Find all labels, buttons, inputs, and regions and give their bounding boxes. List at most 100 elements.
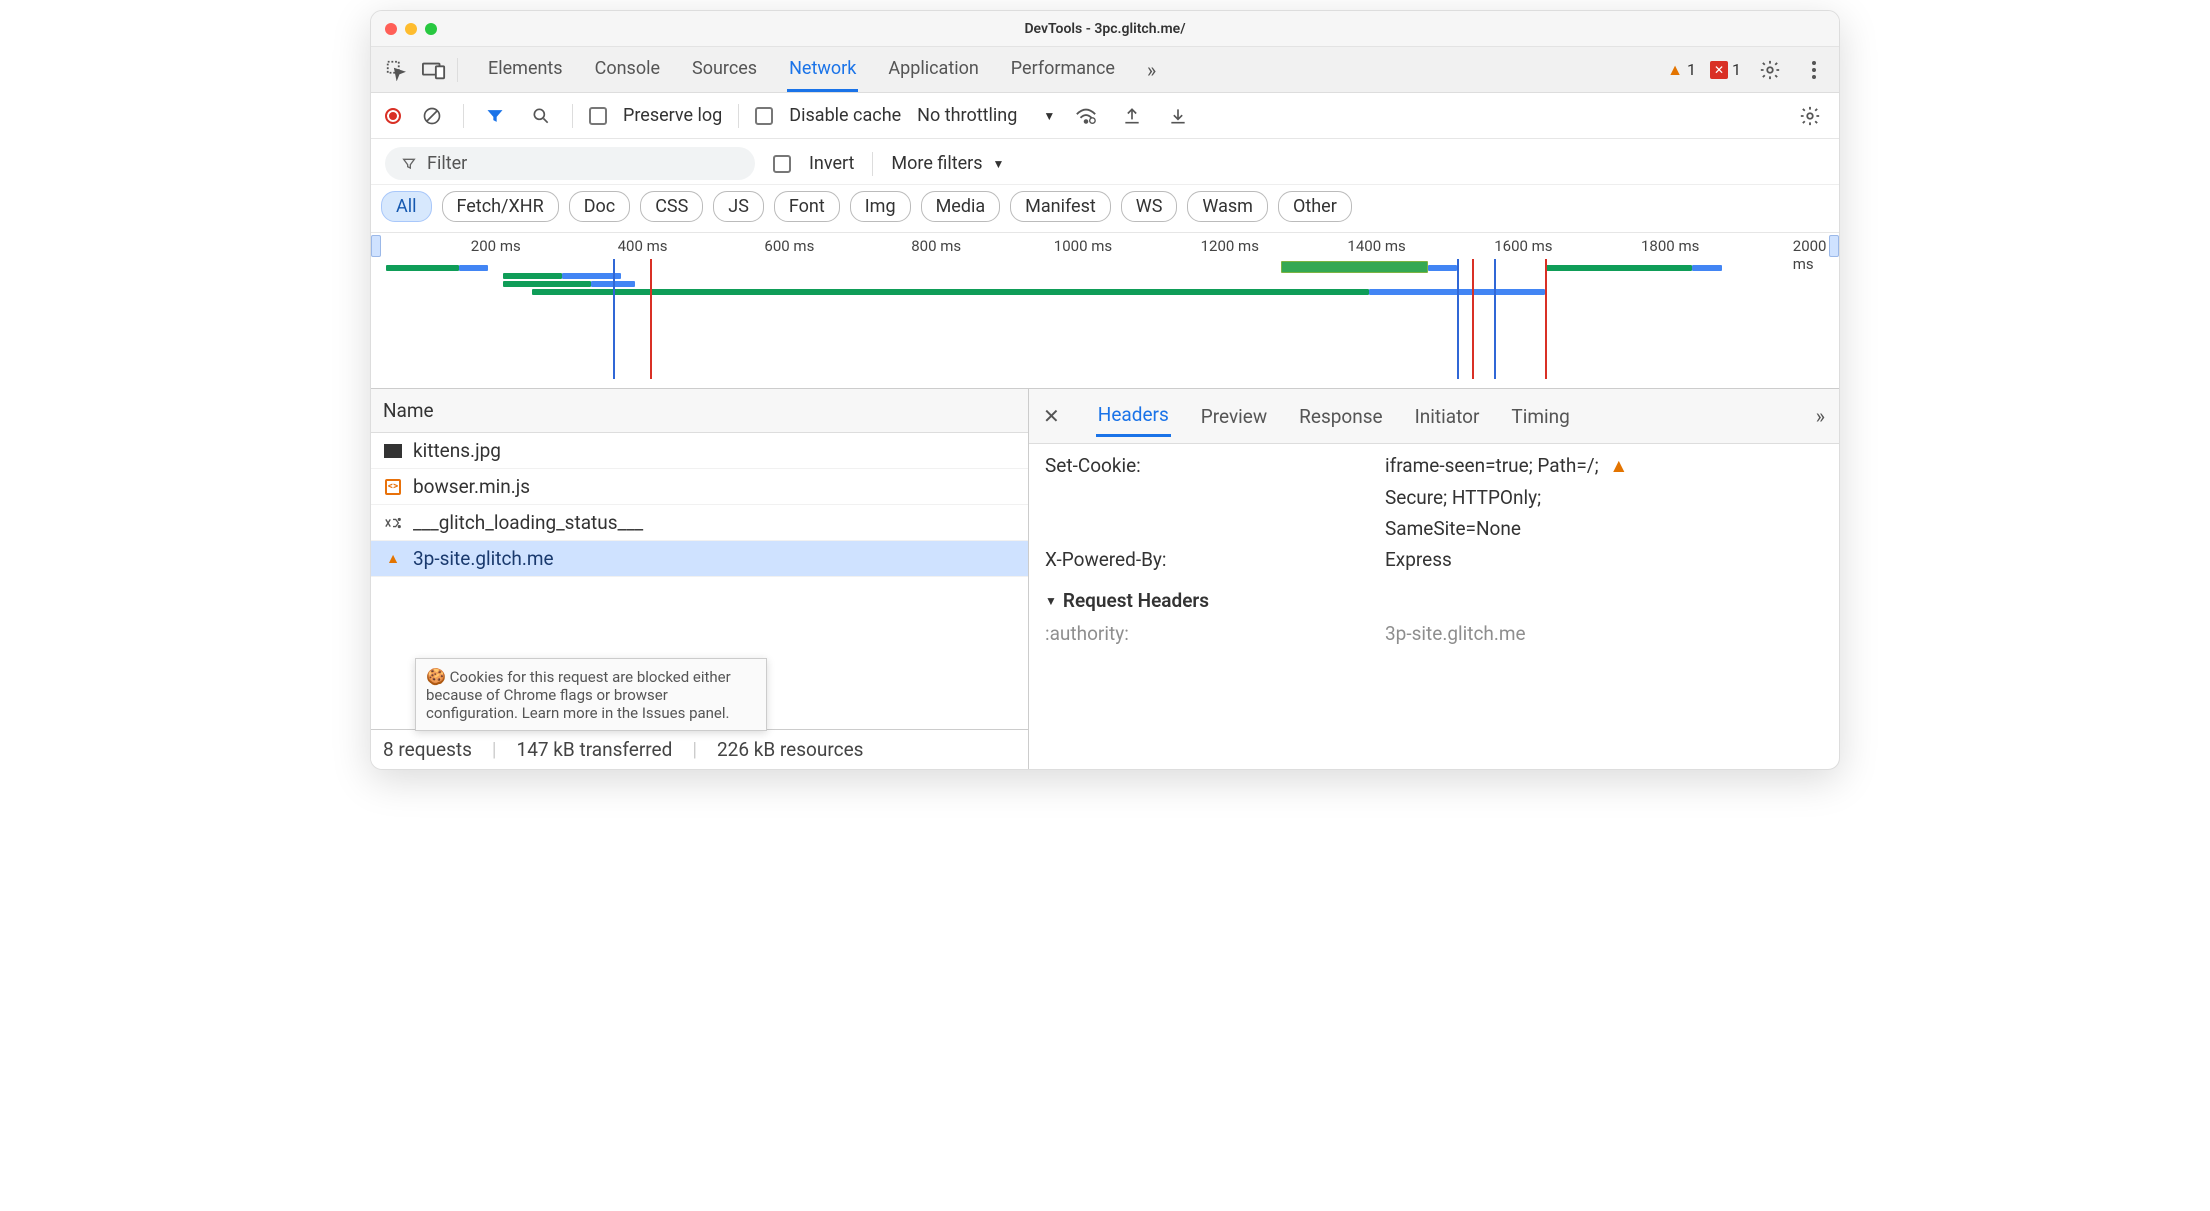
preserve-log-checkbox[interactable] bbox=[589, 107, 607, 125]
request-row[interactable]: <> bowser.min.js bbox=[371, 469, 1028, 505]
header-value: SameSite=None bbox=[1385, 517, 1823, 540]
settings-icon[interactable] bbox=[1755, 55, 1785, 85]
main-toolbar: Elements Console Sources Network Applica… bbox=[371, 47, 1839, 93]
disable-cache-label: Disable cache bbox=[789, 105, 901, 126]
maximize-window-button[interactable] bbox=[425, 23, 437, 35]
tab-console[interactable]: Console bbox=[593, 48, 662, 92]
request-name: ___glitch_loading_status___ bbox=[413, 511, 643, 534]
tabs-overflow-button[interactable]: » bbox=[1145, 48, 1158, 92]
warning-count: 1 bbox=[1687, 60, 1696, 79]
more-icon[interactable] bbox=[1799, 55, 1829, 85]
detail-tab-initiator[interactable]: Initiator bbox=[1413, 397, 1482, 436]
titlebar: DevTools - 3pc.glitch.me/ bbox=[371, 11, 1839, 47]
tab-network[interactable]: Network bbox=[787, 48, 858, 92]
chip-img[interactable]: Img bbox=[850, 191, 911, 222]
clear-button[interactable] bbox=[417, 101, 447, 131]
invert-label: Invert bbox=[809, 153, 854, 174]
header-key: :authority: bbox=[1045, 622, 1385, 645]
warning-icon: ▲ bbox=[1609, 454, 1628, 477]
detail-tabs-overflow[interactable]: » bbox=[1816, 404, 1825, 428]
image-file-icon bbox=[383, 441, 403, 461]
disclosure-triangle-icon: ▼ bbox=[1045, 594, 1057, 608]
filter-placeholder: Filter bbox=[427, 153, 467, 174]
upload-har-icon[interactable] bbox=[1117, 101, 1147, 131]
throttling-value: No throttling bbox=[917, 105, 1017, 126]
record-button[interactable] bbox=[385, 108, 401, 124]
warnings-badge[interactable]: ▲ 1 bbox=[1667, 60, 1696, 80]
detail-tab-timing[interactable]: Timing bbox=[1509, 397, 1571, 436]
network-content: Name kittens.jpg <> bowser.min.js ___gli… bbox=[371, 389, 1839, 769]
chip-other[interactable]: Other bbox=[1278, 191, 1352, 222]
filter-bar: Filter Invert More filters ▼ bbox=[371, 139, 1839, 185]
device-toolbar-icon[interactable] bbox=[419, 55, 449, 85]
filter-toggle-icon[interactable] bbox=[480, 101, 510, 131]
errors-badge[interactable]: ✕ 1 bbox=[1710, 60, 1741, 79]
header-value: iframe-seen=true; Path=/; ▲ bbox=[1385, 454, 1823, 478]
close-window-button[interactable] bbox=[385, 23, 397, 35]
chip-js[interactable]: JS bbox=[713, 191, 764, 222]
minimize-window-button[interactable] bbox=[405, 23, 417, 35]
tooltip-text: Cookies for this request are blocked eit… bbox=[426, 668, 731, 722]
chip-ws[interactable]: WS bbox=[1121, 191, 1178, 222]
timeline-ticks: 200 ms 400 ms 600 ms 800 ms 1000 ms 1200… bbox=[371, 233, 1839, 257]
divider bbox=[872, 152, 873, 176]
funnel-icon bbox=[401, 156, 417, 172]
transferred-size: 147 kB transferred bbox=[517, 738, 673, 761]
invert-checkbox[interactable] bbox=[773, 155, 791, 173]
chip-font[interactable]: Font bbox=[774, 191, 840, 222]
header-value: 3p-site.glitch.me bbox=[1385, 622, 1823, 645]
divider bbox=[463, 104, 464, 128]
throttling-select[interactable]: No throttling ▼ bbox=[917, 105, 1055, 126]
tab-application[interactable]: Application bbox=[886, 48, 980, 92]
panel-tabs: Elements Console Sources Network Applica… bbox=[486, 48, 1158, 92]
close-detail-button[interactable]: ✕ bbox=[1043, 404, 1060, 428]
chip-manifest[interactable]: Manifest bbox=[1010, 191, 1111, 222]
error-icon: ✕ bbox=[1710, 61, 1728, 79]
header-value: Express bbox=[1385, 548, 1823, 571]
chip-css[interactable]: CSS bbox=[640, 191, 703, 222]
header-key: X-Powered-By: bbox=[1045, 548, 1385, 571]
resource-type-chips: All Fetch/XHR Doc CSS JS Font Img Media … bbox=[371, 185, 1839, 233]
name-column-header[interactable]: Name bbox=[371, 389, 1028, 433]
chevron-down-icon: ▼ bbox=[993, 157, 1005, 171]
detail-tab-preview[interactable]: Preview bbox=[1199, 397, 1269, 436]
detail-tab-headers[interactable]: Headers bbox=[1096, 395, 1171, 437]
tab-performance[interactable]: Performance bbox=[1009, 48, 1117, 92]
waterfall bbox=[371, 259, 1839, 379]
download-har-icon[interactable] bbox=[1163, 101, 1193, 131]
warning-icon: ▲ bbox=[1667, 60, 1683, 80]
filter-input[interactable]: Filter bbox=[385, 147, 755, 180]
request-name: bowser.min.js bbox=[413, 475, 530, 498]
tab-sources[interactable]: Sources bbox=[690, 48, 759, 92]
chip-fetch-xhr[interactable]: Fetch/XHR bbox=[442, 191, 559, 222]
request-headers-section[interactable]: ▼ Request Headers bbox=[1045, 589, 1823, 612]
inspect-element-icon[interactable] bbox=[381, 55, 411, 85]
warning-icon: ▲ bbox=[383, 549, 403, 569]
devtools-window: DevTools - 3pc.glitch.me/ Elements Conso… bbox=[370, 10, 1840, 770]
request-count: 8 requests bbox=[383, 738, 472, 761]
disable-cache-checkbox[interactable] bbox=[755, 107, 773, 125]
preserve-log-label: Preserve log bbox=[623, 105, 722, 126]
request-row[interactable]: ___glitch_loading_status___ bbox=[371, 505, 1028, 541]
network-settings-icon[interactable] bbox=[1795, 101, 1825, 131]
chip-all[interactable]: All bbox=[381, 191, 432, 222]
header-value: Secure; HTTPOnly; bbox=[1385, 486, 1823, 509]
search-icon[interactable] bbox=[526, 101, 556, 131]
more-filters-label: More filters bbox=[891, 153, 982, 174]
divider bbox=[738, 104, 739, 128]
network-conditions-icon[interactable] bbox=[1071, 101, 1101, 131]
tab-elements[interactable]: Elements bbox=[486, 48, 565, 92]
request-name: 3p-site.glitch.me bbox=[413, 547, 554, 570]
websocket-icon bbox=[383, 513, 403, 533]
request-row[interactable]: kittens.jpg bbox=[371, 433, 1028, 469]
chip-media[interactable]: Media bbox=[921, 191, 1001, 222]
timeline-overview[interactable]: 200 ms 400 ms 600 ms 800 ms 1000 ms 1200… bbox=[371, 233, 1839, 389]
more-filters-select[interactable]: More filters ▼ bbox=[891, 153, 1004, 174]
cookie-icon: 🍪 bbox=[426, 667, 446, 686]
chevron-down-icon: ▼ bbox=[1043, 109, 1055, 123]
request-row[interactable]: ▲ 3p-site.glitch.me bbox=[371, 541, 1028, 577]
chip-doc[interactable]: Doc bbox=[569, 191, 631, 222]
resource-size: 226 kB resources bbox=[717, 738, 863, 761]
detail-tab-response[interactable]: Response bbox=[1297, 397, 1384, 436]
chip-wasm[interactable]: Wasm bbox=[1187, 191, 1268, 222]
